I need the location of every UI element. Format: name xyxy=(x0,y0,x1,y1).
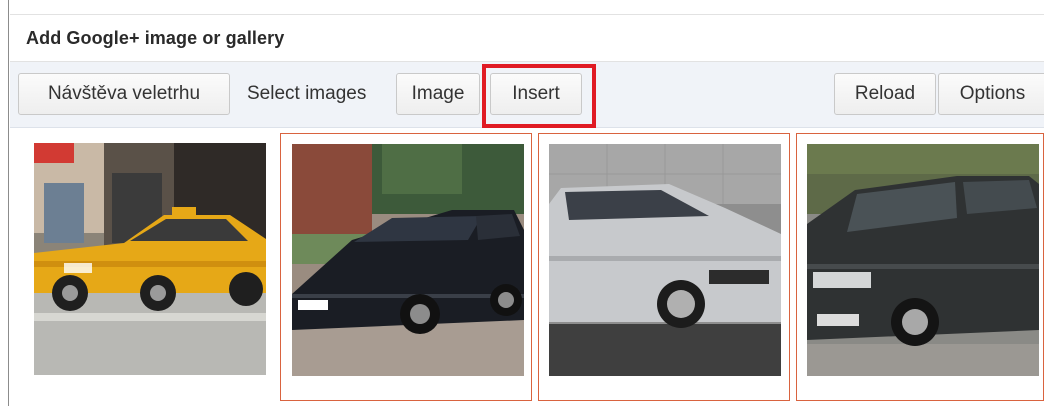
image-tile-gray-wagon[interactable] xyxy=(796,133,1044,401)
album-button[interactable]: Návštěva veletrhu xyxy=(18,73,230,115)
image-tile-taxi[interactable] xyxy=(20,133,272,401)
gray-wagon-photo xyxy=(807,144,1039,376)
left-divider xyxy=(8,0,9,406)
dialog-title: Add Google+ image or gallery xyxy=(26,28,285,48)
google-plus-dialog: Add Google+ image or gallery Návštěva ve… xyxy=(10,14,1044,406)
insert-button[interactable]: Insert xyxy=(490,73,582,115)
image-button[interactable]: Image xyxy=(396,73,480,115)
reload-button[interactable]: Reload xyxy=(834,73,936,115)
silver-car-photo xyxy=(549,144,781,376)
options-button[interactable]: Options xyxy=(938,73,1044,115)
dialog-title-bar: Add Google+ image or gallery xyxy=(10,14,1044,62)
taxi-photo xyxy=(34,143,266,375)
black-wagon-photo xyxy=(292,144,524,376)
image-tile-silver-car[interactable] xyxy=(538,133,790,401)
select-images-label: Select images xyxy=(247,83,367,104)
toolbar: Návštěva veletrhu Select images Image In… xyxy=(10,62,1044,128)
image-tile-black-wagon[interactable] xyxy=(280,133,532,401)
